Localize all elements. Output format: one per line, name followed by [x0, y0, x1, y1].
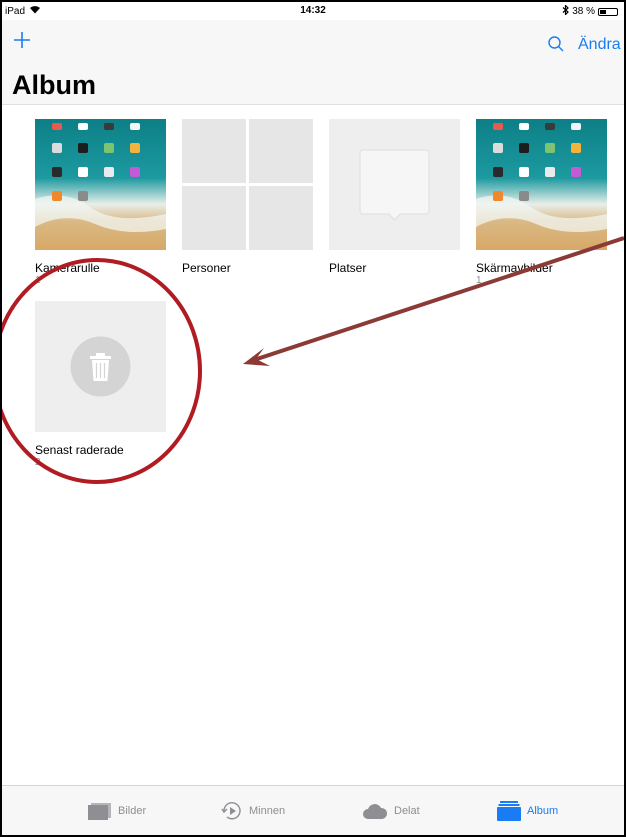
album-label: Platser — [329, 261, 367, 275]
tab-label: Minnen — [249, 805, 286, 817]
search-button[interactable] — [547, 35, 565, 53]
homescreen-wallpaper-thumbnail — [35, 119, 166, 250]
plus-icon — [14, 32, 30, 48]
album-people[interactable]: Personer — [182, 119, 313, 275]
trash-icon — [70, 336, 131, 397]
album-recently-deleted[interactable]: Senast raderade 2 — [35, 301, 166, 469]
edit-button[interactable]: Ändra — [578, 36, 621, 54]
album-thumbnail — [35, 119, 166, 250]
album-thumbnail — [35, 301, 166, 432]
album-screenshots[interactable]: Skärmavbilder 1 — [476, 119, 607, 287]
battery-icon — [598, 7, 618, 16]
people-placeholder-tile — [249, 186, 313, 250]
page-title: Album — [12, 70, 96, 100]
album-label: Kamerarulle — [35, 261, 100, 275]
album-thumbnail — [182, 119, 313, 250]
memories-icon — [221, 802, 241, 820]
navigation-bar: Ändra Album — [2, 20, 624, 105]
battery-percent: 38 % — [572, 6, 595, 17]
album-label: Skärmavbilder — [476, 261, 553, 275]
albums-icon — [497, 801, 521, 821]
clock: 14:32 — [300, 5, 326, 16]
tab-label: Album — [527, 805, 559, 817]
album-label: Personer — [182, 261, 231, 275]
ipad-screen: iPad 14:32 38 % Ändra Album Kamerarulle … — [0, 0, 626, 837]
album-count: 1 — [35, 275, 41, 286]
bluetooth-icon — [562, 4, 570, 18]
album-count: 2 — [35, 457, 41, 468]
tab-label: Delat — [394, 805, 420, 817]
search-icon — [548, 36, 564, 52]
add-album-button[interactable] — [12, 30, 32, 50]
tab-bar: Bilder Minnen Delat Album — [2, 785, 624, 835]
status-bar: iPad 14:32 38 % — [2, 2, 624, 20]
photos-icon — [88, 803, 111, 820]
people-placeholder-tile — [249, 119, 313, 183]
album-label: Senast raderade — [35, 443, 124, 457]
album-count: 1 — [476, 275, 482, 286]
cloud-icon — [363, 804, 388, 819]
tab-photos[interactable]: Bilder — [88, 786, 147, 835]
annotation-arrow-head — [243, 348, 270, 366]
tab-label: Bilder — [118, 805, 147, 817]
tab-shared[interactable]: Delat — [362, 786, 420, 835]
people-placeholder-tile — [182, 186, 246, 250]
homescreen-wallpaper-thumbnail — [476, 119, 607, 250]
album-camera-roll[interactable]: Kamerarulle 1 — [35, 119, 166, 287]
tab-albums[interactable]: Album — [497, 786, 559, 835]
album-places[interactable]: Platser — [329, 119, 460, 275]
people-placeholder-tile — [182, 119, 246, 183]
album-thumbnail — [476, 119, 607, 250]
map-pin-icon — [359, 149, 430, 221]
tab-memories[interactable]: Minnen — [221, 786, 286, 835]
album-thumbnail — [329, 119, 460, 250]
